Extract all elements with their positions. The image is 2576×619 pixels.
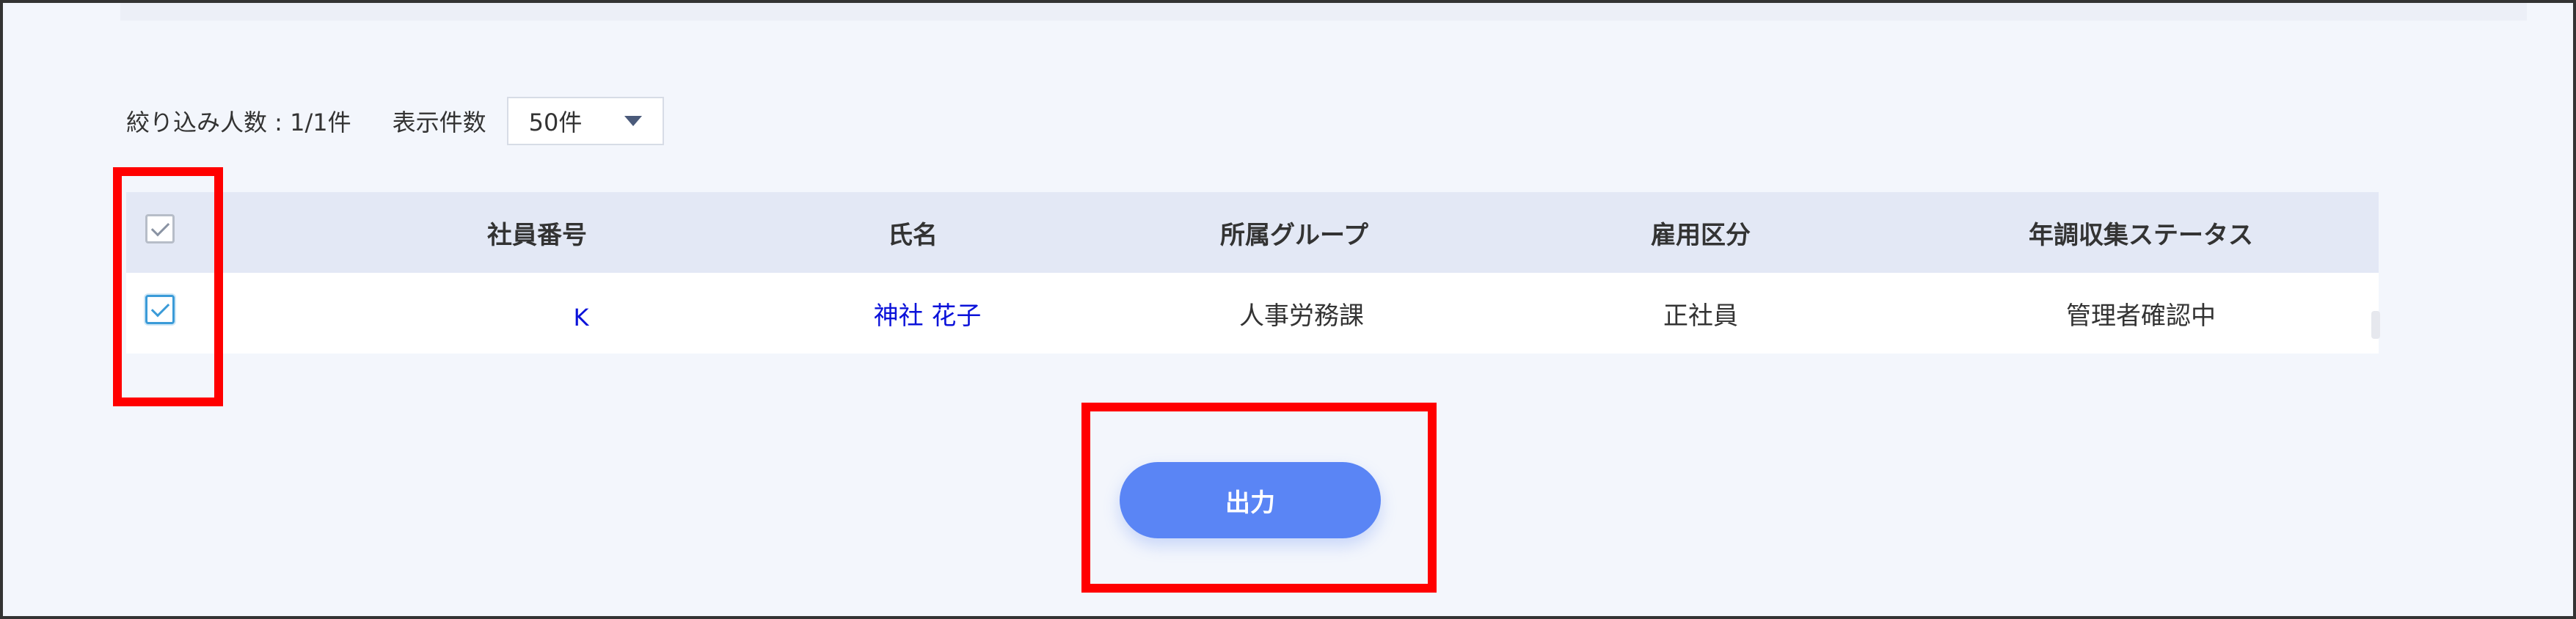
table-header: 社員番号 氏名 所属グループ 雇用区分 年調収集ステータス bbox=[126, 192, 2379, 273]
header-employee-no[interactable]: 社員番号 bbox=[427, 192, 647, 273]
per-page-label: 表示件数 bbox=[392, 109, 486, 136]
per-page-select[interactable]: 50件 bbox=[506, 97, 664, 145]
header-employment-type[interactable]: 雇用区分 bbox=[1613, 192, 1789, 273]
chevron-down-icon bbox=[624, 116, 642, 126]
top-band bbox=[120, 3, 2527, 21]
cell-employment-type: 正社員 bbox=[1663, 301, 1738, 331]
cell-status: 管理者確認中 bbox=[2066, 301, 2216, 331]
highlight-checkbox-column bbox=[113, 167, 223, 406]
table-scrollbar[interactable] bbox=[2371, 311, 2380, 339]
cell-name-link[interactable]: 神社 花子 bbox=[839, 273, 1015, 354]
table-row[interactable]: K 神社 花子 人事労務課 正社員 管理者確認中 bbox=[126, 273, 2379, 354]
highlight-export-button bbox=[1081, 403, 1437, 593]
filter-count: 絞り込み人数 : 1/1件 bbox=[126, 109, 351, 136]
header-status[interactable]: 年調収集ステータス bbox=[1987, 192, 2295, 273]
cell-group: 人事労務課 bbox=[1239, 301, 1364, 331]
header-group[interactable]: 所属グループ bbox=[1184, 192, 1404, 273]
per-page-value: 50件 bbox=[528, 109, 583, 136]
cell-employee-no[interactable]: K bbox=[537, 277, 625, 358]
window-frame: 絞り込み人数 : 1/1件 表示件数 50件 社員番号 氏名 所属グループ 雇用… bbox=[0, 0, 2576, 619]
filter-bar: 絞り込み人数 : 1/1件 表示件数 50件 bbox=[126, 95, 664, 147]
header-name[interactable]: 氏名 bbox=[803, 192, 1023, 273]
